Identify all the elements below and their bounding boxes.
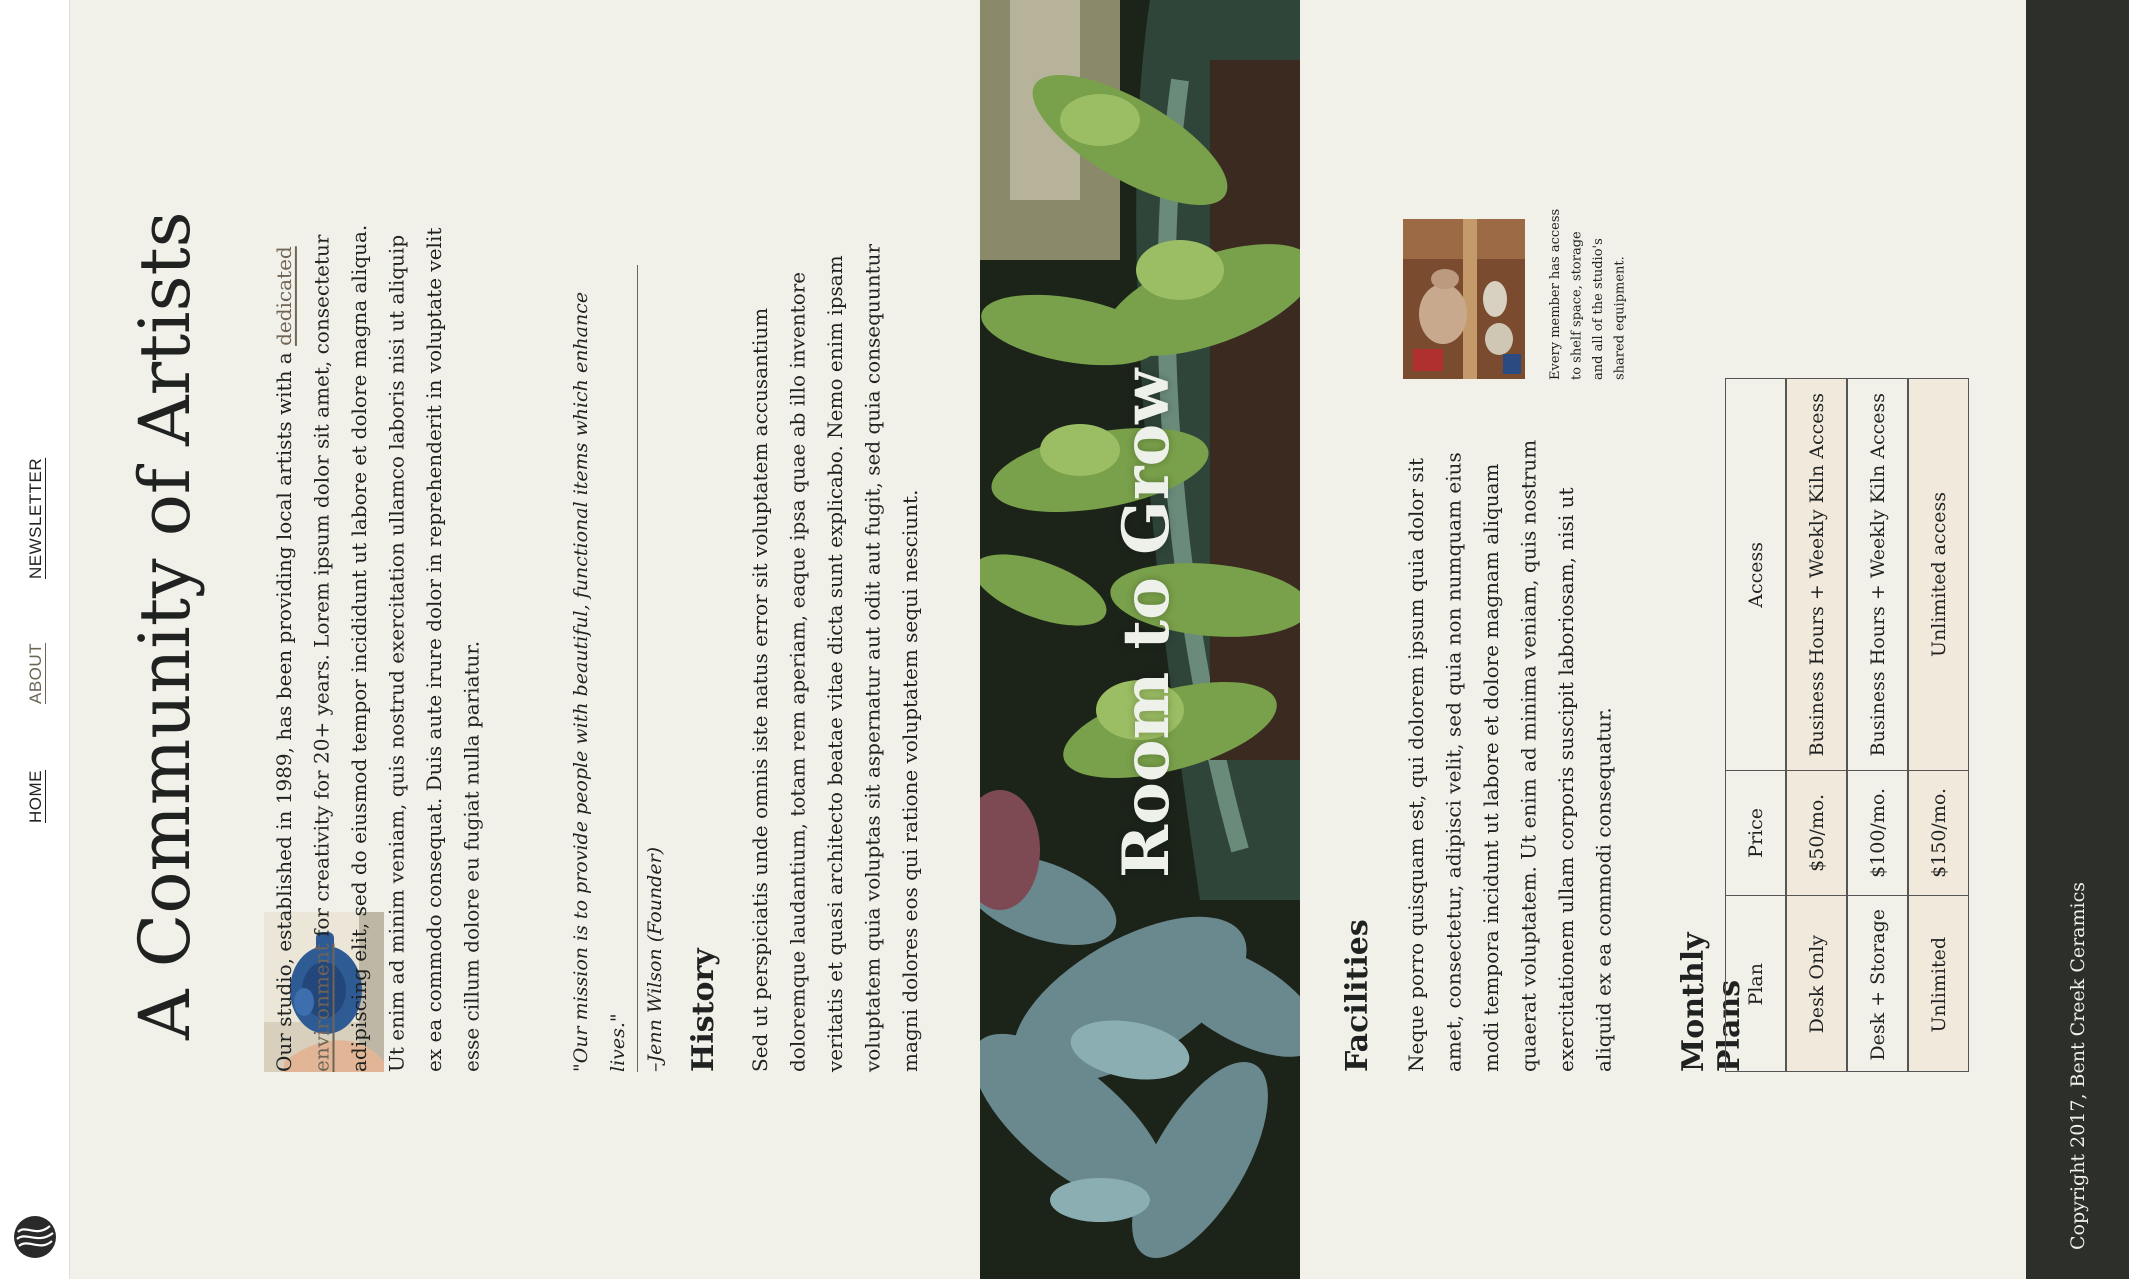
nav-newsletter-link[interactable]: NEWSLETTER	[26, 455, 46, 579]
hero-title: Room to Grow	[1109, 368, 1184, 878]
table-header-row: Access Price Plan	[1725, 378, 1786, 1072]
intro-text-end: for creativity for 20+ years. Lorem ipsu…	[309, 224, 484, 1072]
quote-text: "Our mission is to provide people with b…	[570, 291, 629, 1072]
page-title: A Community of Artists	[124, 211, 206, 1040]
nav-home-link[interactable]: HOME	[26, 767, 46, 823]
cell-price: $150/mo.	[1909, 771, 1968, 896]
plans-table: Access Price Plan Business Hours + Weekl…	[1725, 378, 1971, 1072]
founder-quote: "Our mission is to provide people with b…	[563, 265, 666, 1072]
header-price: Price	[1726, 771, 1785, 896]
header-plan: Plan	[1744, 963, 1767, 1006]
history-paragraph: Sed ut perspiciatis unde omnis iste natu…	[748, 243, 922, 1072]
studio-logo-icon[interactable]	[12, 1214, 58, 1260]
facilities-caption: Every member has access to shelf space, …	[1548, 208, 1628, 380]
cell-price: $50/mo.	[1787, 771, 1846, 896]
cell-plan: Unlimited	[1927, 936, 1950, 1033]
table-row: Business Hours + Weekly Kiln Access $50/…	[1786, 378, 1847, 1072]
cell-access: Business Hours + Weekly Kiln Access	[1848, 379, 1907, 771]
nav-about-link[interactable]: ABOUT	[26, 640, 46, 704]
cell-access: Unlimited access	[1909, 379, 1968, 771]
history-heading: History	[686, 948, 721, 1072]
sidebar-nav: HOME ABOUT NEWSLETTER	[0, 0, 70, 1279]
pottery-shelf-photo	[1403, 219, 1525, 379]
intro-text-start: Our studio, established in 1989, has bee…	[272, 345, 296, 1072]
cell-price: $100/mo.	[1848, 771, 1907, 896]
cell-access: Business Hours + Weekly Kiln Access	[1787, 379, 1846, 771]
header-access: Access	[1726, 379, 1785, 771]
cell-plan: Desk + Storage	[1866, 908, 1889, 1061]
table-row: Unlimited access $150/mo. Unlimited	[1908, 378, 1969, 1072]
table-row: Business Hours + Weekly Kiln Access $100…	[1847, 378, 1908, 1072]
cell-plan: Desk Only	[1805, 935, 1828, 1034]
facilities-heading: Facilities	[1340, 919, 1375, 1072]
facilities-paragraph: Neque porro quisquam est, qui dolorem ip…	[1404, 439, 1616, 1072]
copyright-text: Copyright 2017, Bent Creek Ceramics	[2067, 882, 2089, 1250]
intro-paragraph: Our studio, established in 1989, has bee…	[266, 215, 526, 1072]
quote-author: –Jenn Wilson (Founder)	[644, 846, 666, 1072]
